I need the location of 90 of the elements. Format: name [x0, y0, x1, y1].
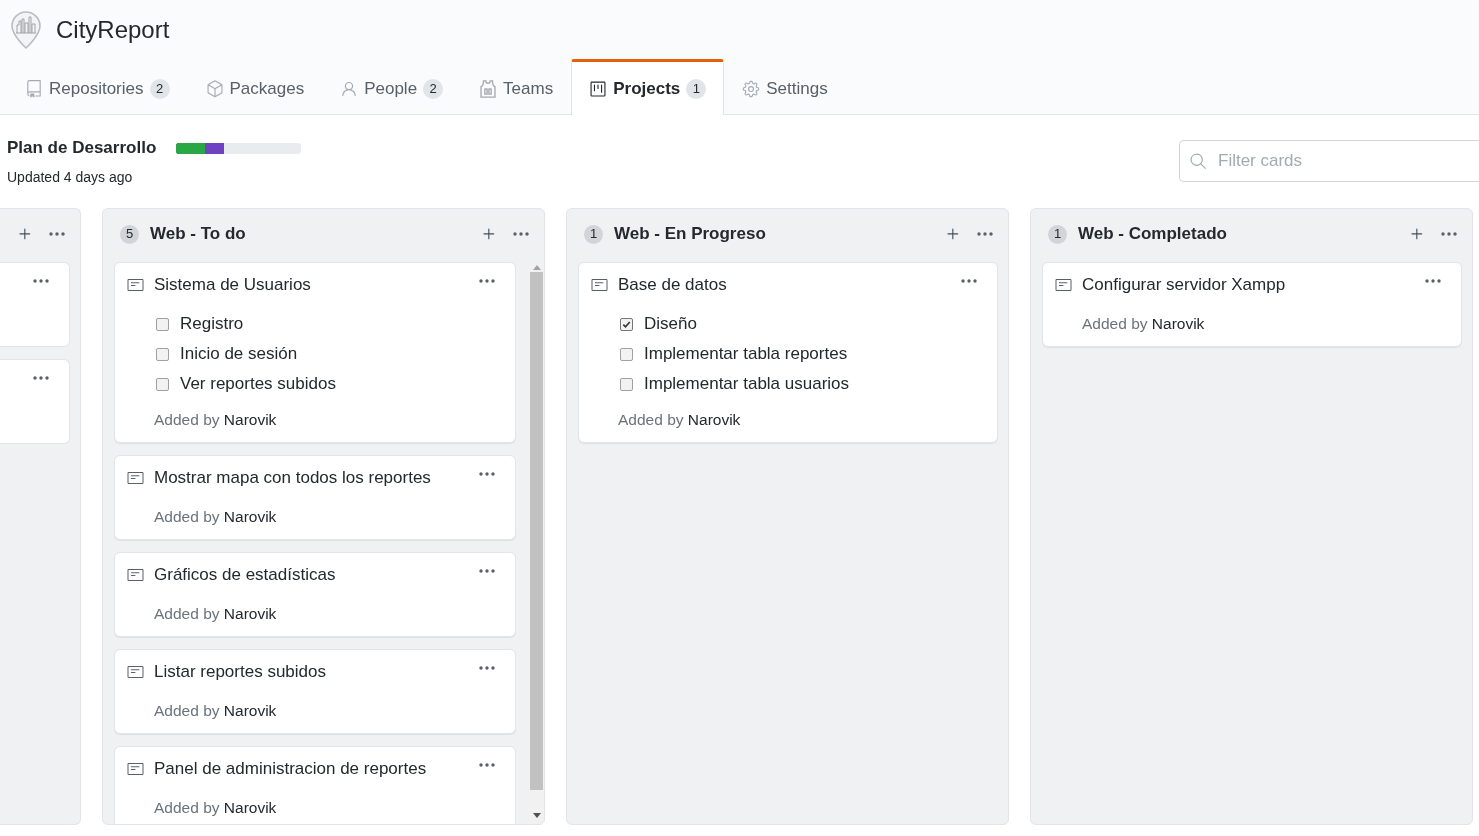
checkbox[interactable] [156, 317, 169, 331]
more-options-icon [479, 472, 495, 476]
checklist-item-label: Inicio de sesión [180, 343, 298, 365]
filter-field[interactable]: Filter cards [1179, 140, 1479, 182]
more-options-icon [33, 376, 49, 380]
card-count-badge: 5 [120, 224, 139, 244]
author-link[interactable]: Narovik [223, 702, 277, 719]
more-options-icon [977, 232, 993, 236]
scrollbar-thumb[interactable] [530, 272, 543, 790]
author-link[interactable]: Narovik [223, 799, 277, 816]
checkbox[interactable] [156, 377, 169, 391]
settings-icon [742, 79, 761, 98]
card-title: Listar reportes subidos [154, 661, 327, 683]
project-card[interactable]: Panel de administracion de reportes Added by Narovik [114, 746, 516, 824]
column-title: Web - En Progreso [614, 223, 766, 245]
checklist-item-label: Registro [180, 313, 244, 335]
org-name: CityReport [56, 15, 170, 45]
note-icon [127, 470, 144, 486]
note-icon [1055, 277, 1072, 293]
added-by-text: Added by Narovik [154, 410, 278, 430]
more-options-icon [513, 232, 529, 236]
project-card[interactable]: Sistema de Usuarios Registro Inicio de sesión Ver reportes subidos Added by Narovik [114, 262, 516, 443]
added-by-text: Added by Narovik [1082, 314, 1206, 334]
nav-tab[interactable]: Repositories 2 [7, 59, 188, 115]
nav-tab[interactable]: Packages [187, 59, 323, 115]
author-link[interactable]: Narovik [1151, 315, 1205, 332]
package-icon [205, 79, 224, 98]
scroll-down-arrow-icon[interactable] [532, 813, 541, 818]
count-badge: 2 [149, 78, 170, 99]
added-by-text: Added by Narovik [154, 701, 278, 721]
card-title: Gráficos de estadísticas [154, 564, 337, 586]
checkbox[interactable] [620, 347, 633, 361]
added-by-text: Added by Narovik [154, 604, 278, 624]
note-icon [127, 761, 144, 777]
checkbox[interactable] [620, 317, 633, 331]
card-title: Sistema de Usuarios [154, 274, 312, 296]
more-options-icon [49, 232, 65, 236]
added-by-text: Added by Narovik [154, 798, 278, 818]
count-badge: 1 [686, 78, 707, 99]
checklist-item-label: Implementar tabla reportes [644, 343, 848, 365]
more-options-icon [479, 569, 495, 573]
project-board-icon [589, 79, 608, 98]
more-options-icon [479, 763, 495, 767]
search-icon [1189, 152, 1207, 170]
more-options-icon [1441, 232, 1457, 236]
card-title: Configurar servidor Xampp [1082, 274, 1287, 296]
note-icon [127, 567, 144, 583]
more-options-icon [1425, 279, 1441, 283]
book-icon [25, 79, 43, 98]
project-card[interactable]: Gráficos de estadísticas Added by Narovik [114, 552, 516, 637]
count-badge: 2 [423, 78, 444, 99]
pin-logo-icon [10, 11, 42, 49]
author-link[interactable]: Narovik [223, 508, 277, 525]
checklist-item-label: Implementar tabla usuarios [644, 373, 850, 395]
added-by-text: Added by Narovik [618, 410, 742, 430]
checklist-item-label: Ver reportes subidos [180, 373, 336, 395]
checkbox[interactable] [620, 377, 633, 391]
card-count-badge: 1 [1048, 224, 1067, 244]
project-title: Plan de Desarrollo [7, 137, 157, 159]
author-link[interactable]: Narovik [687, 411, 741, 428]
nav-tab[interactable]: Projects 1 [571, 59, 725, 115]
nav-tab[interactable]: Settings [724, 59, 846, 115]
author-link[interactable]: Narovik [223, 605, 277, 622]
card-title: Mostrar mapa con todos los reportes [154, 467, 432, 489]
card-title: Panel de administracion de reportes [154, 758, 428, 780]
note-icon [127, 664, 144, 680]
checklist-item-label: Diseño [644, 313, 697, 335]
more-options-icon [479, 279, 495, 283]
card-count-badge: 1 [584, 224, 603, 244]
card-title: Base de datos [618, 274, 728, 296]
project-card[interactable]: Mostrar mapa con todos los reportes Added by Narovik [114, 455, 516, 540]
jersey-icon [479, 79, 498, 98]
author-link[interactable]: Narovik [223, 411, 277, 428]
nav-tab[interactable]: People 2 [322, 59, 462, 115]
added-by-text: Added by Narovik [154, 507, 278, 527]
project-card[interactable]: Configurar servidor Xampp Added by Narovik [1042, 262, 1462, 347]
column-title: Web - Completado [1078, 223, 1227, 245]
updated-text: Updated 4 days ago [7, 168, 134, 187]
project-card[interactable]: Base de datos Diseño Implementar tabla reportes Implementar tabla usuarios Added by Narovik [578, 262, 998, 443]
note-icon [591, 277, 608, 293]
checkbox[interactable] [156, 347, 169, 361]
project-card[interactable]: Listar reportes subidos Added by Narovik [114, 649, 516, 734]
person-icon [340, 79, 359, 98]
nav-tab[interactable]: Teams [461, 59, 572, 115]
column-title: Web - To do [150, 223, 246, 245]
more-options-icon [33, 279, 49, 283]
note-icon [127, 277, 144, 293]
more-options-icon [479, 666, 495, 670]
scrollbar-track[interactable] [529, 262, 544, 824]
more-options-icon [961, 279, 977, 283]
